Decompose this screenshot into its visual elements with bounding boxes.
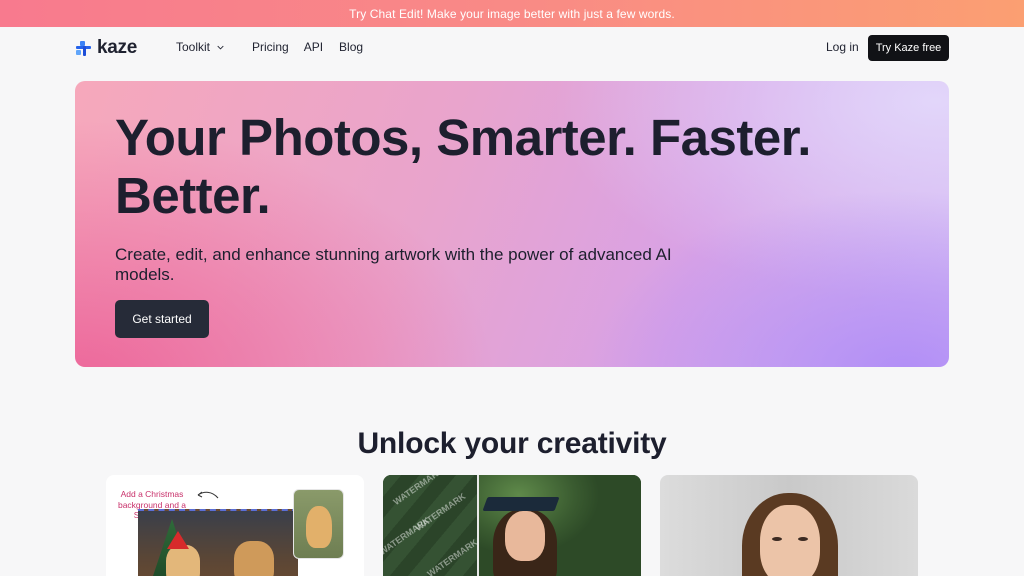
section-title: Unlock your creativity [357, 427, 667, 460]
watermarked-image-half: WATERMARK WATERMARK WATERMARK WATERMARK [383, 475, 480, 576]
nav-links: Toolkit Pricing API Blog [176, 40, 363, 54]
login-link[interactable]: Log in [826, 40, 859, 54]
hero-banner: Your Photos, Smarter. Faster. Better. Cr… [75, 81, 949, 367]
nav-toolkit-dropdown[interactable]: Toolkit [176, 40, 224, 54]
portrait-eye-image [798, 537, 808, 541]
curved-arrow-icon [197, 491, 219, 499]
hero-subtitle: Create, edit, and enhance stunning artwo… [115, 245, 672, 284]
portrait-face-image [760, 505, 820, 576]
chevron-down-icon [217, 45, 224, 50]
original-dog-thumbnail [293, 489, 344, 559]
watermark-text: WATERMARK [391, 475, 446, 507]
graduation-cap-image [482, 497, 560, 511]
get-started-button[interactable]: Get started [115, 300, 209, 338]
graduate-face-image [505, 511, 545, 561]
portrait-eye-image [772, 537, 782, 541]
try-kaze-free-button[interactable]: Try Kaze free [868, 35, 949, 61]
logo-text: kaze [97, 37, 138, 58]
feature-card-portrait[interactable] [660, 475, 918, 576]
feature-card-watermark-remover[interactable]: WATERMARK WATERMARK WATERMARK WATERMARK [383, 475, 641, 576]
nav-blog-link[interactable]: Blog [339, 40, 363, 54]
nav-pricing-link[interactable]: Pricing [252, 40, 289, 54]
dog-image [166, 545, 200, 576]
logo-link[interactable]: kaze [75, 37, 137, 59]
kaze-logo-icon [75, 40, 92, 57]
nav-toolkit-label: Toolkit [176, 40, 211, 54]
dog-image [234, 541, 274, 576]
feature-card-chat-edit[interactable]: Add a Christmas background and a Santa h… [106, 475, 364, 576]
top-navbar: kaze Toolkit Pricing API Blog Log in Try… [0, 27, 1024, 69]
hero-title: Your Photos, Smarter. Faster. Better. [115, 109, 811, 224]
watermark-text: WATERMARK [383, 515, 432, 557]
nav-api-link[interactable]: API [304, 40, 323, 54]
promo-text[interactable]: Try Chat Edit! Make your image better wi… [349, 7, 675, 21]
promo-banner[interactable]: Try Chat Edit! Make your image better wi… [0, 0, 1024, 27]
watermark-text: WATERMARK [425, 537, 480, 576]
